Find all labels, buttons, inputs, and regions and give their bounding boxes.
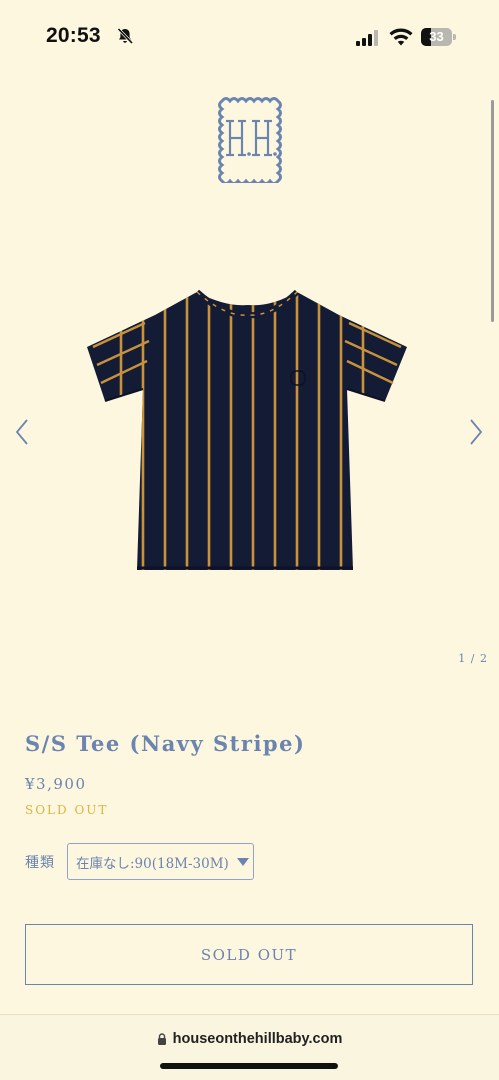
gallery-pager: 1 / 2	[458, 652, 488, 665]
battery-icon: 33	[421, 28, 456, 46]
variant-label: 種類	[25, 855, 55, 871]
stock-status-badge: SOLD OUT	[25, 803, 109, 817]
bell-slash-icon	[117, 27, 134, 45]
home-indicator[interactable]	[160, 1063, 338, 1069]
battery-level: 33	[429, 29, 444, 44]
product-image[interactable]	[85, 285, 410, 575]
caret-down-icon	[237, 858, 249, 866]
variant-select[interactable]: 在庫なし:90(18M-30M)	[67, 843, 254, 880]
gallery-prev-button[interactable]	[8, 414, 36, 450]
chevron-right-icon	[470, 419, 483, 445]
sold-out-button-label: SOLD OUT	[200, 945, 298, 964]
chevron-left-icon	[15, 419, 28, 445]
product-title: S/S Tee (Navy Stripe)	[25, 731, 306, 756]
sold-out-button[interactable]: SOLD OUT	[25, 924, 473, 985]
wifi-icon	[389, 28, 413, 46]
gallery-next-button[interactable]	[462, 414, 490, 450]
status-bar: 20:53 33	[0, 0, 499, 62]
status-time: 20:53	[46, 24, 101, 47]
brand-logo[interactable]	[210, 93, 290, 183]
lock-icon	[157, 1033, 166, 1045]
url-text[interactable]: houseonthehillbaby.com	[173, 1031, 343, 1047]
cellular-signal-icon	[356, 30, 378, 46]
browser-address-bar[interactable]: houseonthehillbaby.com	[0, 1014, 499, 1080]
product-price: ¥3,900	[25, 775, 87, 793]
page-scrollbar[interactable]	[491, 100, 494, 322]
variant-selected-value: 在庫なし:90(18M-30M)	[76, 855, 229, 872]
